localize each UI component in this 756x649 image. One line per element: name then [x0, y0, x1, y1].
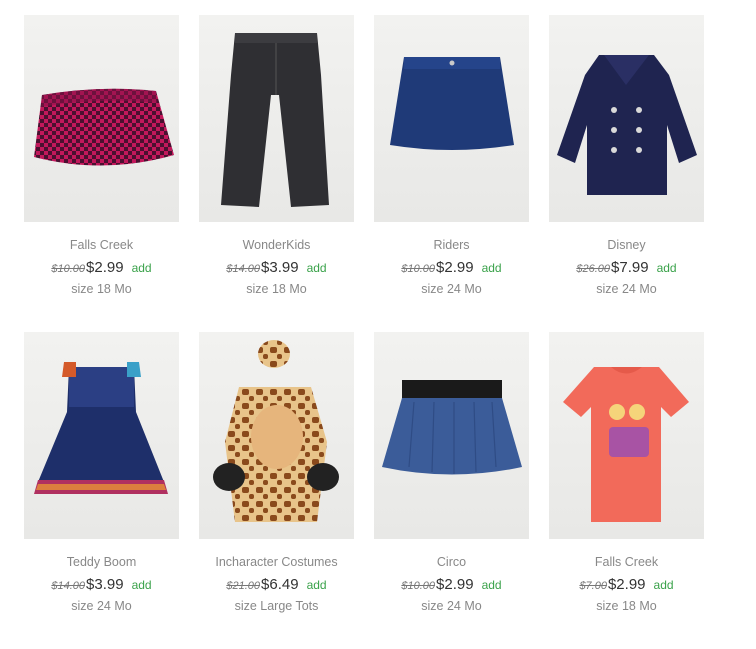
product-card[interactable]: Disney $26.00$7.99 add size 24 Mo — [549, 15, 704, 297]
add-to-cart-link[interactable]: add — [482, 261, 502, 275]
product-photo[interactable] — [199, 332, 354, 539]
product-brand[interactable]: Falls Creek — [549, 554, 704, 570]
price-line: $14.00$3.99 add — [199, 259, 354, 278]
original-price: $21.00 — [226, 580, 261, 592]
product-size: size 18 Mo — [596, 599, 657, 613]
sale-price: $2.99 — [436, 576, 474, 593]
giraffe-costume-icon — [213, 340, 339, 522]
product-card[interactable]: WonderKids $14.00$3.99 add size 18 Mo — [199, 15, 354, 297]
sale-price: $6.49 — [261, 576, 299, 593]
product-size: size 24 Mo — [596, 282, 657, 296]
sale-price: $3.99 — [86, 576, 124, 593]
dark-jeans-icon — [221, 33, 329, 207]
sale-price: $2.99 — [86, 259, 124, 276]
product-photo[interactable] — [374, 332, 529, 539]
product-card[interactable]: Teddy Boom $14.00$3.99 add size 24 Mo — [24, 332, 179, 614]
add-to-cart-link[interactable]: add — [657, 261, 677, 275]
product-size: size 24 Mo — [421, 599, 482, 613]
product-photo[interactable] — [199, 15, 354, 222]
product-photo[interactable] — [549, 332, 704, 539]
original-price: $7.00 — [579, 580, 607, 592]
add-to-cart-link[interactable]: add — [482, 578, 502, 592]
product-size: size 18 Mo — [71, 282, 132, 296]
price-line: $10.00$2.99 add — [374, 259, 529, 278]
add-to-cart-link[interactable]: add — [307, 261, 327, 275]
original-price: $10.00 — [51, 263, 86, 275]
product-brand[interactable]: WonderKids — [199, 237, 354, 253]
product-photo[interactable] — [24, 332, 179, 539]
product-photo[interactable] — [24, 15, 179, 222]
price-line: $14.00$3.99 add — [24, 576, 179, 595]
product-size: size 18 Mo — [246, 282, 307, 296]
product-brand[interactable]: Falls Creek — [24, 237, 179, 253]
product-card[interactable]: Incharacter Costumes $21.00$6.49 add size… — [199, 332, 354, 614]
add-to-cart-link[interactable]: add — [132, 261, 152, 275]
original-price: $26.00 — [576, 263, 611, 275]
product-brand[interactable]: Riders — [374, 237, 529, 253]
product-size: size 24 Mo — [71, 599, 132, 613]
product-brand[interactable]: Circo — [374, 554, 529, 570]
pink-houndstooth-skirt-icon — [34, 88, 174, 166]
price-line: $21.00$6.49 add — [199, 576, 354, 595]
price-line: $7.00$2.99 add — [549, 576, 704, 595]
product-card[interactable]: Falls Creek $10.00$2.99 add size 18 Mo — [24, 15, 179, 297]
product-card[interactable]: Falls Creek $7.00$2.99 add size 18 Mo — [549, 332, 704, 614]
product-photo[interactable] — [549, 15, 704, 222]
original-price: $10.00 — [401, 580, 436, 592]
navy-peacoat-icon — [557, 55, 697, 195]
price-line: $10.00$2.99 add — [24, 259, 179, 278]
sale-price: $2.99 — [436, 259, 474, 276]
denim-skirt-icon — [390, 57, 514, 150]
product-grid: Falls Creek $10.00$2.99 add size 18 Mo Wo… — [24, 15, 704, 649]
add-to-cart-link[interactable]: add — [654, 578, 674, 592]
original-price: $14.00 — [51, 580, 86, 592]
coral-tshirt-icon — [563, 367, 689, 522]
sale-price: $3.99 — [261, 259, 299, 276]
product-photo[interactable] — [374, 15, 529, 222]
product-row: Teddy Boom $14.00$3.99 add size 24 Mo In… — [24, 332, 704, 614]
add-to-cart-link[interactable]: add — [307, 578, 327, 592]
product-brand[interactable]: Disney — [549, 237, 704, 253]
price-line: $10.00$2.99 add — [374, 576, 529, 595]
original-price: $14.00 — [226, 263, 261, 275]
product-row: Falls Creek $10.00$2.99 add size 18 Mo Wo… — [24, 15, 704, 297]
product-card[interactable]: Circo $10.00$2.99 add size 24 Mo — [374, 332, 529, 614]
product-brand[interactable]: Teddy Boom — [24, 554, 179, 570]
denim-dress-icon — [34, 362, 168, 494]
product-size: size 24 Mo — [421, 282, 482, 296]
sale-price: $7.99 — [611, 259, 649, 276]
product-brand[interactable]: Incharacter Costumes — [199, 554, 354, 570]
product-size: size Large Tots — [234, 599, 319, 613]
chambray-skirt-icon — [382, 380, 522, 475]
product-card[interactable]: Riders $10.00$2.99 add size 24 Mo — [374, 15, 529, 297]
original-price: $10.00 — [401, 263, 436, 275]
add-to-cart-link[interactable]: add — [132, 578, 152, 592]
sale-price: $2.99 — [607, 576, 646, 593]
price-line: $26.00$7.99 add — [549, 259, 704, 278]
